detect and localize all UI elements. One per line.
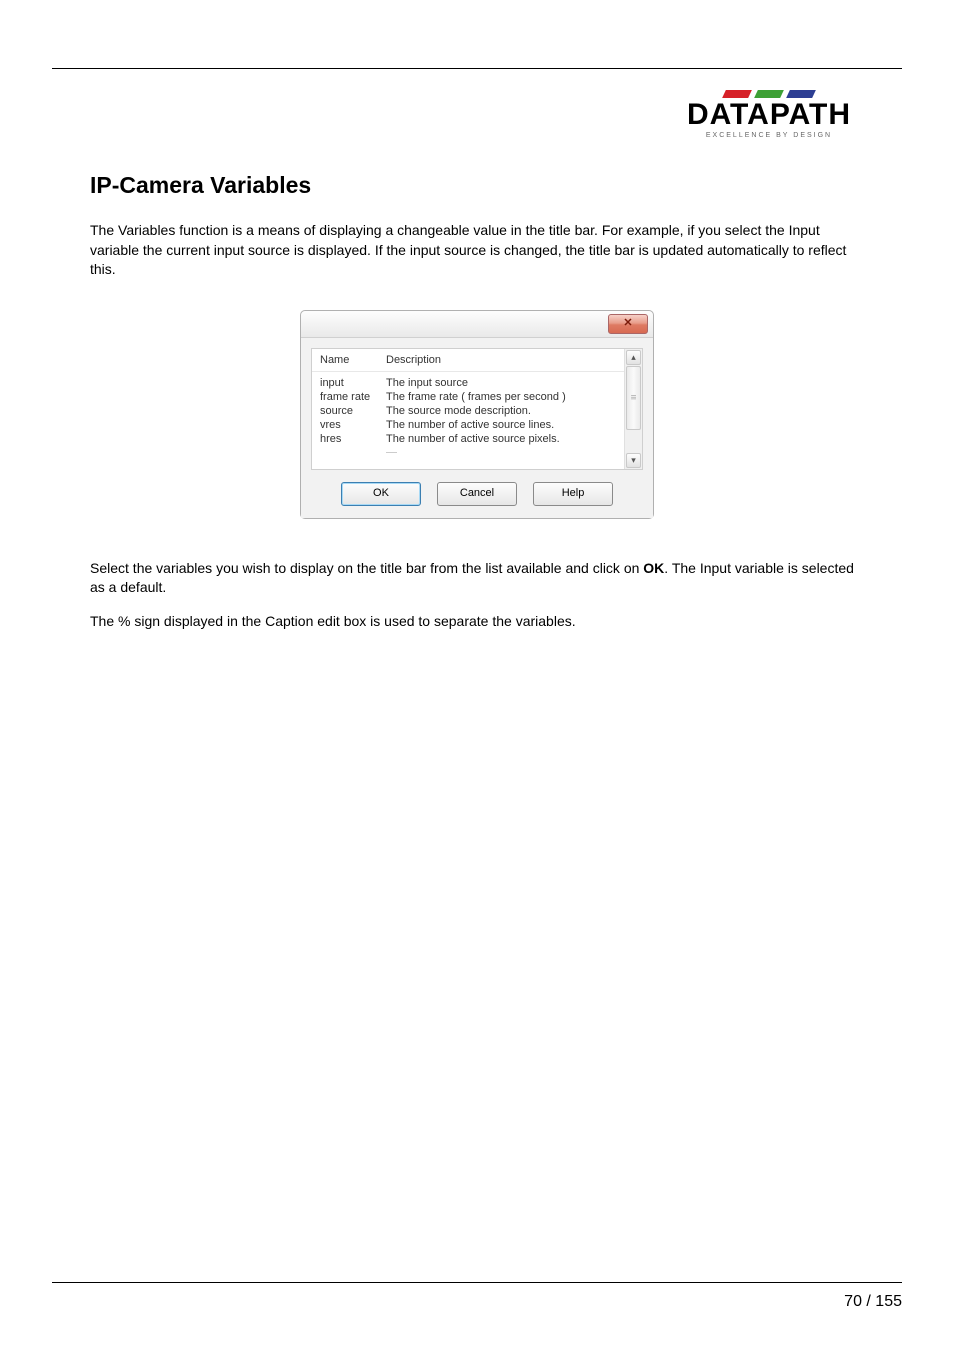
- scrollbar[interactable]: ▴ ▾: [624, 349, 642, 469]
- bottom-rule: [52, 1282, 902, 1283]
- col-header-name: Name: [320, 354, 386, 366]
- col-header-desc: Description: [386, 354, 616, 366]
- logo-text: DATAPATH: [674, 100, 864, 130]
- dialog-screenshot: ✕ Name Description input The input sou: [300, 310, 654, 519]
- list-item[interactable]: input The input source: [312, 376, 624, 390]
- page-title: IP-Camera Variables: [90, 172, 864, 199]
- var-name: vres: [320, 419, 386, 431]
- var-desc: The frame rate ( frames per second ): [386, 391, 616, 403]
- list-item[interactable]: vres The number of active source lines.: [312, 418, 624, 432]
- help-button[interactable]: Help: [533, 482, 613, 506]
- logo-tagline: EXCELLENCE BY DESIGN: [674, 132, 864, 139]
- var-name: hres: [320, 433, 386, 445]
- var-desc: The input source: [386, 377, 616, 389]
- close-button[interactable]: ✕: [608, 314, 648, 334]
- var-desc: The source mode description.: [386, 405, 616, 417]
- instruction-paragraph: Select the variables you wish to display…: [90, 559, 864, 598]
- var-desc: The number of active source lines.: [386, 419, 616, 431]
- intro-paragraph: The Variables function is a means of dis…: [90, 221, 864, 280]
- para2-bold: OK: [643, 560, 664, 576]
- para2-pre: Select the variables you wish to display…: [90, 560, 643, 576]
- ok-button[interactable]: OK: [341, 482, 421, 506]
- list-item[interactable]: frame rate The frame rate ( frames per s…: [312, 390, 624, 404]
- var-desc: The number of active source pixels.: [386, 433, 616, 445]
- var-name: input: [320, 377, 386, 389]
- list-item[interactable]: hres The number of active source pixels.: [312, 432, 624, 446]
- dialog-body: Name Description input The input source …: [301, 338, 653, 518]
- list-content: Name Description input The input source …: [312, 349, 624, 469]
- variables-dialog: ✕ Name Description input The input sou: [300, 310, 654, 519]
- var-name: frame rate: [320, 391, 386, 403]
- scroll-up-button[interactable]: ▴: [626, 350, 641, 365]
- top-rule: [52, 68, 902, 69]
- scroll-down-button[interactable]: ▾: [626, 453, 641, 468]
- document-page: DATAPATH EXCELLENCE BY DESIGN IP-Camera …: [0, 0, 954, 1351]
- cancel-button[interactable]: Cancel: [437, 482, 517, 506]
- list-item[interactable]: source The source mode description.: [312, 404, 624, 418]
- page-number: 70 / 155: [844, 1293, 902, 1311]
- var-name: source: [320, 405, 386, 417]
- chevron-down-icon: ▾: [631, 455, 636, 465]
- brand-logo: DATAPATH EXCELLENCE BY DESIGN: [674, 90, 864, 139]
- dialog-titlebar: ✕: [301, 311, 653, 338]
- list-item-partial: —: [312, 446, 624, 453]
- caption-paragraph: The % sign displayed in the Caption edit…: [90, 612, 864, 632]
- logo-bars-icon: [674, 90, 864, 98]
- scroll-thumb[interactable]: [626, 366, 641, 430]
- dialog-button-row: OK Cancel Help: [311, 482, 643, 506]
- chevron-up-icon: ▴: [631, 352, 636, 362]
- variables-list[interactable]: Name Description input The input source …: [311, 348, 643, 470]
- content-area: IP-Camera Variables The Variables functi…: [90, 172, 864, 646]
- close-icon: ✕: [623, 317, 632, 329]
- list-header: Name Description: [312, 353, 624, 372]
